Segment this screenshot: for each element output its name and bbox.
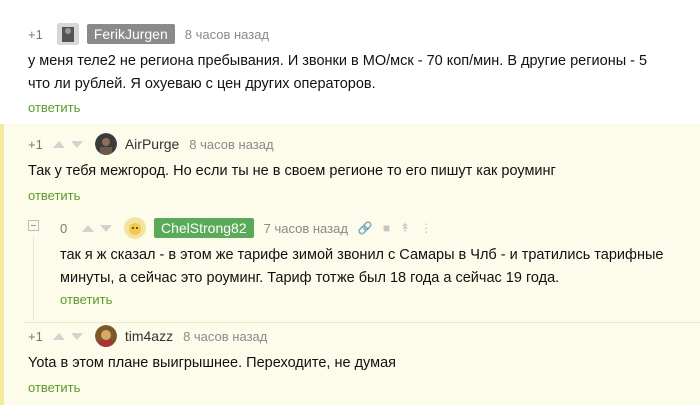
rating: +1 — [28, 328, 43, 344]
text-line: Yota в этом плане выигрышнее. Переходите… — [28, 355, 397, 371]
avatar[interactable] — [56, 23, 79, 45]
upvote-icon[interactable] — [82, 224, 94, 232]
comment-text: у меня теле2 не региона пребывания. И зв… — [28, 50, 688, 96]
reply-link[interactable]: ответить — [28, 188, 80, 203]
reply-link[interactable]: ответить — [28, 380, 80, 395]
upvote-icon[interactable] — [52, 332, 65, 340]
rating: +1 — [28, 26, 43, 42]
username[interactable]: FerikJurgen — [86, 24, 175, 44]
comment-meta: +1 FerikJurgen 8 часов назад — [28, 22, 269, 46]
comment-text: так я ж сказал - в этом же тарифе зимой … — [60, 244, 690, 290]
collapse-toggle-icon[interactable] — [28, 220, 39, 231]
downvote-icon[interactable] — [70, 140, 83, 148]
reply-link[interactable]: ответить — [28, 100, 80, 115]
comment-text: Yota в этом плане выигрышнее. Переходите… — [28, 352, 396, 375]
text-line: Так у тебя межгород. Но если ты не в сво… — [28, 163, 556, 179]
vote-controls — [52, 332, 89, 340]
downvote-icon[interactable] — [70, 332, 83, 340]
vote-controls — [52, 140, 89, 148]
comment-meta: +1 AirPurge 8 часов назад — [28, 132, 274, 156]
divider — [24, 322, 700, 323]
upvote-icon[interactable] — [52, 140, 65, 148]
link-icon[interactable]: 🔗 — [358, 221, 373, 235]
text-line: что ли рублей. Я охуеваю с цен других оп… — [28, 76, 376, 92]
thread-line — [33, 236, 34, 320]
username[interactable]: ChelStrong82 — [154, 218, 254, 238]
comment-text: Так у тебя межгород. Но если ты не в сво… — [28, 160, 556, 183]
avatar[interactable] — [94, 325, 117, 347]
upload-icon[interactable]: ↟ — [400, 221, 410, 235]
username[interactable]: AirPurge — [125, 136, 179, 152]
text-line: так я ж сказал - в этом же тарифе зимой … — [60, 247, 664, 263]
rating: +1 — [28, 136, 43, 152]
rating: 0 — [60, 220, 68, 236]
timestamp[interactable]: 8 часов назад — [185, 27, 269, 42]
username[interactable]: tim4azz — [125, 328, 173, 344]
thread-stripe — [0, 124, 4, 405]
save-icon[interactable]: ■ — [383, 221, 390, 235]
text-line: у меня теле2 не региона пребывания. И зв… — [28, 53, 648, 69]
comment-meta: +1 tim4azz 8 часов назад — [28, 324, 267, 348]
comment-ferikjurgen: +1 FerikJurgen 8 часов назад у меня теле… — [0, 0, 700, 124]
timestamp[interactable]: 7 часов назад — [264, 221, 348, 236]
avatar[interactable] — [124, 217, 146, 239]
comment-meta: 0 ChelStrong82 7 часов назад 🔗 ■ ↟ ⋮ — [60, 216, 432, 240]
reply-thread: +1 AirPurge 8 часов назад Так у тебя меж… — [0, 124, 700, 405]
reply-link[interactable]: ответить — [60, 292, 112, 307]
avatar[interactable] — [94, 133, 117, 155]
more-icon[interactable]: ⋮ — [420, 221, 432, 235]
text-line: минуты, а сейчас это роуминг. Тариф тотж… — [60, 270, 560, 286]
vote-controls — [82, 224, 118, 232]
downvote-icon[interactable] — [100, 224, 112, 232]
timestamp[interactable]: 8 часов назад — [189, 137, 273, 152]
timestamp[interactable]: 8 часов назад — [183, 329, 267, 344]
